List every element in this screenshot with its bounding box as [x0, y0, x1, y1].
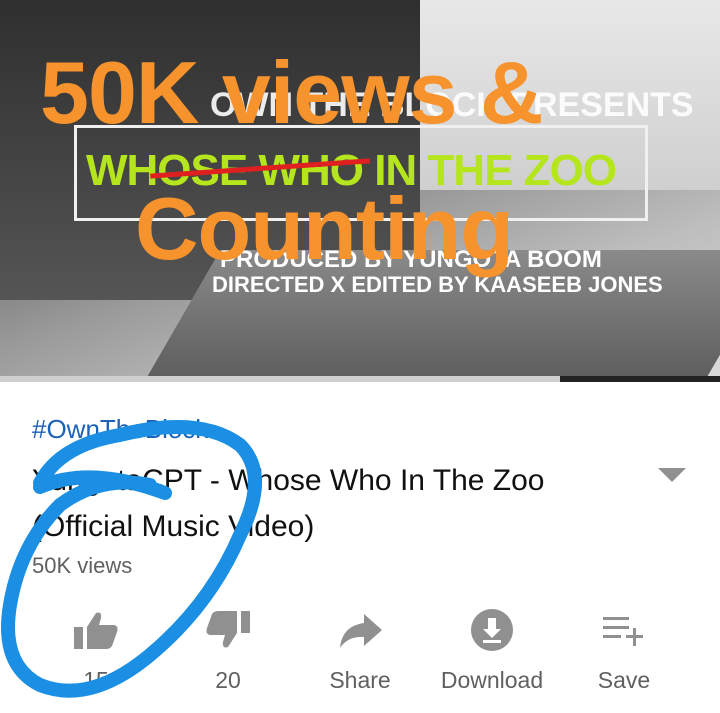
overlay-headline-line2: Counting [135, 179, 514, 278]
share-label: Share [329, 667, 391, 693]
save-button[interactable]: Save [564, 606, 684, 694]
like-button[interactable]: 15 [36, 606, 156, 694]
download-button[interactable]: Download [432, 606, 552, 694]
view-count: 50K views [32, 553, 133, 578]
playlist-add-icon [564, 606, 684, 654]
download-icon [432, 606, 552, 654]
thumbs-up-icon [36, 606, 156, 654]
video-progress-bar[interactable] [0, 376, 720, 382]
dislike-button[interactable]: 20 [168, 606, 288, 694]
share-button[interactable]: Share [300, 606, 420, 694]
hashtag-link[interactable]: #OwnTheBlock [32, 414, 208, 445]
video-title: YungotaCPT - Whose Who In The Zoo (Offic… [32, 464, 545, 543]
video-player[interactable]: OWN THE BLOCK PRESENTS WHOSE WHO IN THE … [0, 0, 720, 376]
share-icon [300, 606, 420, 654]
save-label: Save [597, 667, 651, 693]
chevron-down-icon[interactable] [658, 468, 686, 482]
download-label: Download [440, 667, 544, 693]
dislike-count: 20 [215, 667, 241, 693]
thumbs-down-icon [168, 606, 288, 654]
progress-buffer [560, 376, 720, 382]
overlay-headline-line1: 50K views & [40, 43, 544, 142]
like-count: 15 [83, 667, 109, 693]
